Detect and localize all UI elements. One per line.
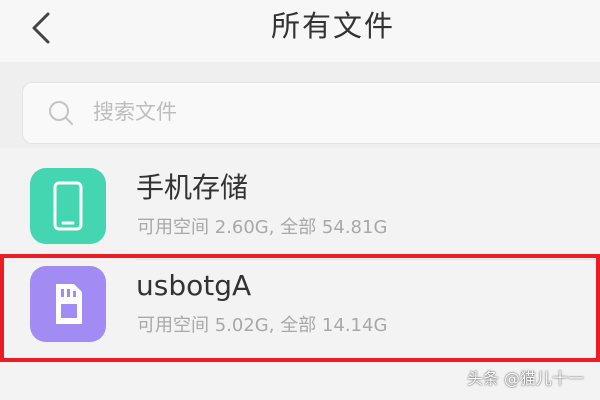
- phone-icon: [30, 168, 106, 244]
- storage-list: 手机存储 可用空间 2.60G, 全部 54.81G usbotgA 可用空间 …: [0, 148, 600, 400]
- storage-item-name: 手机存储: [136, 171, 249, 204]
- search-box[interactable]: [22, 82, 600, 144]
- storage-item-usbotg[interactable]: usbotgA 可用空间 5.02G, 全部 14.14G: [0, 258, 600, 358]
- search-icon: [49, 101, 73, 125]
- sd-card-icon: [30, 266, 106, 342]
- page-title: 所有文件: [270, 9, 395, 43]
- storage-item-detail: 可用空间 2.60G, 全部 54.81G: [137, 217, 388, 238]
- watermark: 头条 @猫儿十一: [466, 369, 584, 388]
- storage-item-phone[interactable]: 手机存储 可用空间 2.60G, 全部 54.81G: [0, 160, 600, 260]
- storage-item-name: usbotgA: [136, 269, 252, 302]
- storage-item-detail: 可用空间 5.02G, 全部 14.14G: [137, 315, 388, 336]
- search-input[interactable]: [93, 93, 493, 131]
- app-header: 所有文件: [0, 0, 600, 62]
- search-section: [0, 62, 600, 148]
